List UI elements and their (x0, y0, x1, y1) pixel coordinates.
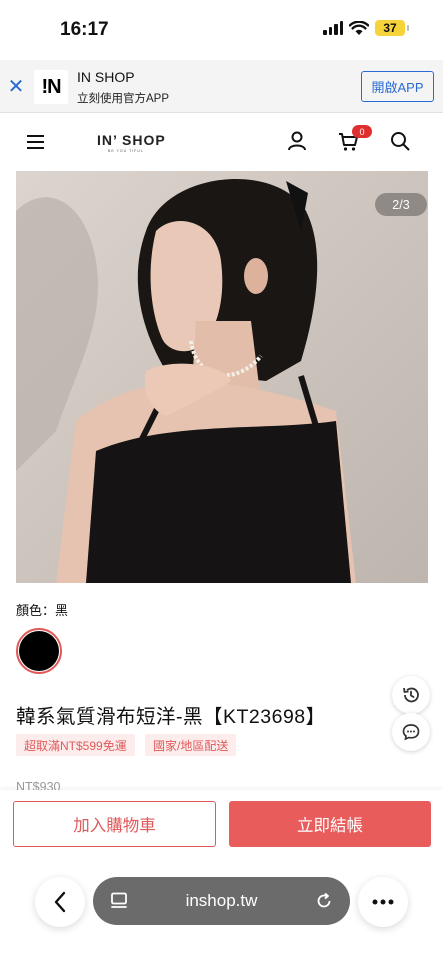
battery-indicator: 37 (375, 20, 409, 36)
chat-icon (402, 724, 420, 741)
image-counter: 2/3 (375, 193, 427, 216)
status-time: 16:17 (60, 19, 109, 40)
model-illustration (16, 178, 356, 583)
reload-icon[interactable] (314, 891, 334, 911)
color-swatch-black[interactable] (16, 628, 62, 674)
app-logo: !N (34, 70, 68, 104)
wifi-icon (349, 20, 369, 35)
browser-toolbar: inshop.tw (0, 860, 443, 960)
back-button[interactable] (35, 877, 85, 927)
more-icon (372, 899, 394, 905)
product-title: 韓系氣質滑布短洋-黑【KT23698】 (16, 706, 326, 728)
purchase-action-bar: 加入購物車 立即結帳 (0, 790, 443, 860)
address-bar[interactable]: inshop.tw (93, 877, 350, 925)
color-label: 顏色：黑 (16, 603, 69, 618)
product-photo[interactable]: 2/3 (16, 171, 428, 583)
close-icon[interactable]: ✕ (6, 74, 26, 99)
more-button[interactable] (358, 877, 408, 927)
brand-logo[interactable]: IN’ SHOP (97, 132, 166, 148)
banner-title: IN SHOP (77, 69, 135, 85)
add-to-cart-button[interactable]: 加入購物車 (13, 801, 216, 847)
user-icon[interactable] (286, 130, 308, 152)
site-header: IN’ SHOP BE YOU TIFUL 0 (0, 113, 443, 170)
cellular-signal-icon (323, 21, 343, 35)
chevron-left-icon (54, 891, 66, 913)
history-icon (403, 687, 419, 703)
history-button[interactable] (392, 676, 430, 714)
menu-icon[interactable] (27, 135, 44, 149)
banner-subtitle: 立刻使用官方APP (77, 93, 170, 105)
shipping-region-tag[interactable]: 國家/地區配送 (145, 734, 237, 756)
status-bar: 16:17 37 (0, 0, 443, 60)
app-install-banner: ✕ !N IN SHOP 立刻使用官方APP 開啟APP (0, 60, 443, 113)
brand-tagline: BE YOU TIFUL (108, 149, 144, 153)
url-text: inshop.tw (185, 891, 258, 910)
free-shipping-tag: 超取滿NT$599免運 (16, 734, 135, 756)
status-icons: 37 (323, 20, 409, 36)
cart-count-badge: 0 (352, 125, 372, 138)
search-icon[interactable] (389, 130, 411, 152)
chat-button[interactable] (392, 713, 430, 751)
open-app-button[interactable]: 開啟APP (361, 71, 434, 102)
checkout-button[interactable]: 立即結帳 (229, 801, 431, 847)
